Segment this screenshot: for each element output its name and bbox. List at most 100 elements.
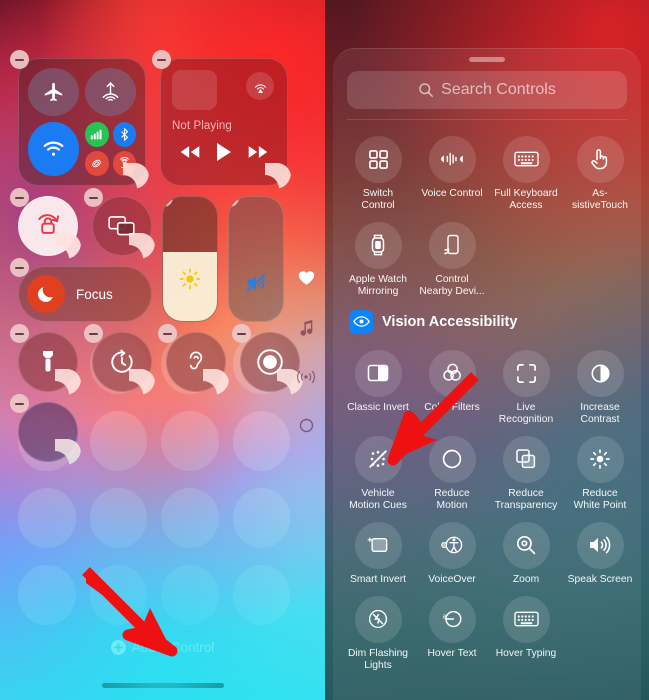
circle-icon[interactable] bbox=[299, 418, 314, 438]
empty-slot[interactable] bbox=[161, 488, 219, 548]
switch-control-icon bbox=[354, 135, 402, 183]
apple-watch-icon bbox=[354, 221, 402, 269]
dim-flashing-lights-icon bbox=[354, 595, 402, 643]
connectivity-broadcast-icon[interactable] bbox=[296, 369, 316, 390]
search-controls-field[interactable]: Search Controls bbox=[347, 71, 627, 109]
volume-slider[interactable] bbox=[228, 196, 284, 322]
keyboard-icon bbox=[502, 135, 550, 183]
remove-hearing-button[interactable] bbox=[158, 324, 177, 343]
brightness-fill bbox=[163, 251, 217, 321]
smart-invert-icon bbox=[354, 521, 402, 569]
remove-timer-button[interactable] bbox=[84, 324, 103, 343]
gallery-item-assistivetouch[interactable]: As- sistiveTouch bbox=[563, 128, 637, 212]
wifi-icon[interactable] bbox=[28, 121, 79, 176]
gallery-item-control-nearby-devices[interactable]: Control Nearby Devi... bbox=[415, 214, 489, 298]
gallery-item-reduce-white-point[interactable]: Reduce White Point bbox=[563, 428, 637, 512]
gallery-item-label: Control Nearby Devi... bbox=[419, 273, 485, 297]
vision-accessibility-section-header: Vision Accessibility bbox=[333, 298, 641, 334]
gallery-item-label: Reduce White Point bbox=[573, 487, 627, 511]
gallery-item-label: Reduce Motion bbox=[434, 487, 470, 511]
empty-slot[interactable] bbox=[232, 565, 290, 625]
remove-volume-button[interactable] bbox=[229, 197, 239, 207]
rewind-icon[interactable] bbox=[179, 145, 201, 159]
assistive-touch-icon bbox=[576, 135, 624, 183]
empty-slot[interactable] bbox=[89, 411, 147, 471]
remove-flashlight-button[interactable] bbox=[10, 324, 29, 343]
album-art-placeholder bbox=[172, 70, 217, 110]
gallery-item-label: Dim Flashing Lights bbox=[347, 647, 409, 671]
remove-unnamed-button[interactable] bbox=[10, 394, 29, 413]
connectivity-module[interactable] bbox=[10, 50, 146, 186]
gallery-item-apple-watch-mirroring[interactable]: Apple Watch Mirroring bbox=[341, 214, 415, 298]
cellular-data-icon[interactable] bbox=[85, 121, 109, 147]
remove-media-button[interactable] bbox=[152, 50, 171, 69]
screen-record-control[interactable] bbox=[232, 324, 300, 392]
remove-screen-record-button[interactable] bbox=[232, 324, 251, 343]
music-note-icon[interactable] bbox=[299, 319, 314, 341]
focus-control[interactable]: Focus bbox=[10, 258, 152, 322]
empty-slot[interactable] bbox=[18, 565, 76, 625]
svg-text:a: a bbox=[443, 611, 447, 620]
remove-mirroring-button[interactable] bbox=[84, 188, 103, 207]
gallery-item-switch-control[interactable]: Switch Control bbox=[341, 128, 415, 212]
timer-control[interactable] bbox=[84, 324, 152, 392]
gallery-item-dim-flashing-lights[interactable]: Dim Flashing Lights bbox=[341, 588, 415, 672]
gallery-item-label: Increase Contrast bbox=[580, 401, 620, 425]
bluetooth-icon[interactable] bbox=[112, 121, 136, 147]
unnamed-control[interactable] bbox=[10, 394, 78, 462]
gallery-item-speak-screen[interactable]: Speak Screen bbox=[563, 514, 637, 586]
gallery-item-label: Reduce Transparency bbox=[494, 487, 558, 511]
speak-screen-icon bbox=[576, 521, 624, 569]
play-icon[interactable] bbox=[215, 142, 233, 162]
airplane-mode-icon[interactable] bbox=[28, 68, 79, 116]
page-indicator-rail bbox=[296, 270, 316, 438]
focus-label: Focus bbox=[76, 286, 113, 302]
empty-slot[interactable] bbox=[161, 411, 219, 471]
flashlight-control[interactable] bbox=[10, 324, 78, 392]
empty-slot[interactable] bbox=[232, 411, 290, 471]
media-player-module[interactable]: Not Playing bbox=[152, 50, 288, 186]
gallery-item-label: Apple Watch Mirroring bbox=[349, 273, 407, 297]
brightness-slider[interactable] bbox=[162, 196, 218, 322]
rotation-lock-control[interactable] bbox=[10, 188, 78, 256]
gallery-item-label: Voice Control bbox=[421, 187, 483, 199]
gallery-item-label: Switch Control bbox=[361, 187, 395, 211]
hearing-control[interactable] bbox=[158, 324, 226, 392]
airdrop-icon[interactable] bbox=[85, 68, 136, 116]
fast-forward-icon[interactable] bbox=[247, 145, 269, 159]
increase-contrast-icon bbox=[576, 349, 624, 397]
empty-slot[interactable] bbox=[232, 488, 290, 548]
gallery-item-increase-contrast[interactable]: Increase Contrast bbox=[563, 342, 637, 426]
grid-spacer bbox=[563, 588, 637, 672]
empty-slot[interactable] bbox=[18, 488, 76, 548]
gallery-item-label: Full Keyboard Access bbox=[494, 187, 558, 211]
gallery-item-hover-text[interactable]: a Hover Text bbox=[415, 588, 489, 672]
control-center-edit-screen: Not Playing Focus Add Control bbox=[0, 0, 325, 700]
gallery-item-label: VoiceOver bbox=[428, 573, 476, 585]
heart-icon[interactable] bbox=[298, 270, 315, 291]
gallery-item-reduce-transparency[interactable]: Reduce Transparency bbox=[489, 428, 563, 512]
airplay-audio-icon[interactable] bbox=[246, 72, 274, 100]
remove-focus-button[interactable] bbox=[10, 258, 29, 277]
gallery-item-zoom[interactable]: Zoom bbox=[489, 514, 563, 586]
gallery-item-voiceover[interactable]: VoiceOver bbox=[415, 514, 489, 586]
gallery-item-hover-typing[interactable]: Hover Typing bbox=[489, 588, 563, 672]
gallery-item-smart-invert[interactable]: Smart Invert bbox=[341, 514, 415, 586]
remove-rotation-lock-button[interactable] bbox=[10, 188, 29, 207]
empty-slot[interactable] bbox=[89, 488, 147, 548]
annotation-arrow-add-control bbox=[82, 567, 178, 657]
airdrop-small-icon[interactable] bbox=[85, 150, 109, 176]
remove-brightness-button[interactable] bbox=[163, 197, 173, 207]
media-status-label: Not Playing bbox=[172, 120, 232, 132]
gallery-item-label: Smart Invert bbox=[349, 573, 407, 585]
gallery-item-label: As- sistiveTouch bbox=[571, 187, 629, 211]
gallery-item-label: Live Recognition bbox=[498, 401, 554, 425]
screen-mirroring-control[interactable] bbox=[84, 188, 152, 256]
gallery-item-full-keyboard-access[interactable]: Full Keyboard Access bbox=[489, 128, 563, 212]
remove-connectivity-button[interactable] bbox=[10, 50, 29, 69]
sheet-grabber[interactable] bbox=[469, 57, 505, 62]
gallery-item-voice-control[interactable]: Voice Control bbox=[415, 128, 489, 212]
gallery-item-live-recognition[interactable]: Live Recognition bbox=[489, 342, 563, 426]
home-indicator bbox=[101, 683, 224, 688]
gallery-item-label: Hover Typing bbox=[495, 647, 557, 659]
